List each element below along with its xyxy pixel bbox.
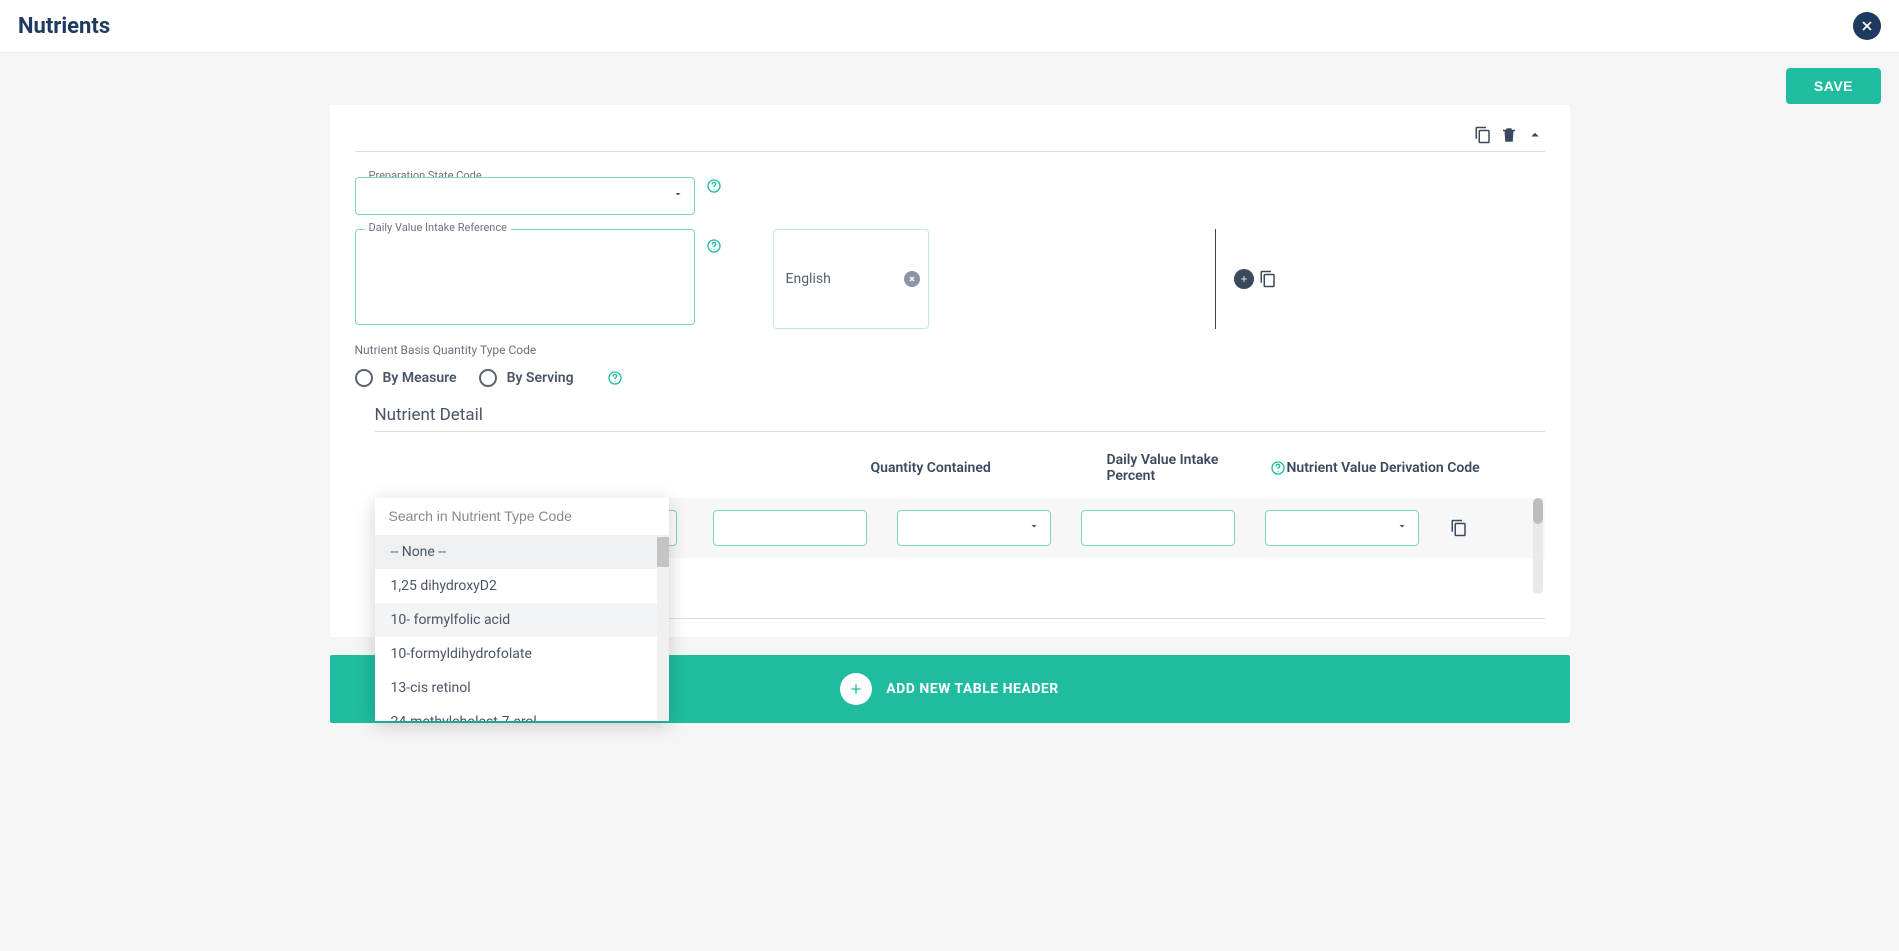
plus-circle-icon — [840, 673, 872, 705]
add-reference-button[interactable] — [1234, 269, 1254, 289]
basis-radio-group: By Measure By Serving — [355, 369, 1545, 387]
pct-input[interactable] — [1081, 510, 1235, 546]
col-spacer — [375, 452, 871, 484]
pct-help[interactable] — [1269, 459, 1286, 477]
copy-icon — [1474, 126, 1492, 144]
nutrient-type-dropdown: -- None -- 1,25 dihydroxyD2 10- formylfo… — [375, 498, 669, 721]
close-icon — [1860, 19, 1874, 33]
language-chip-clear[interactable] — [904, 271, 920, 287]
nutrient-detail-heading: Nutrient Detail — [375, 405, 1545, 425]
daily-ref-field-wrap: Daily Value Intake Reference — [355, 229, 695, 329]
dropdown-item[interactable]: 10-formyldihydrofolate — [375, 637, 669, 671]
help-icon — [706, 178, 722, 194]
chevron-up-icon — [1526, 126, 1544, 144]
help-icon — [1270, 460, 1286, 476]
prep-state-help[interactable] — [705, 177, 723, 195]
col-qty: Quantity Contained — [871, 452, 1107, 484]
copy-reference-button[interactable] — [1258, 269, 1278, 289]
nutrient-detail-section: Quantity Contained Daily Value Intake Pe… — [375, 431, 1545, 619]
language-chip[interactable]: English — [773, 229, 929, 329]
copy-button[interactable] — [1473, 125, 1493, 145]
detail-grid-header: Quantity Contained Daily Value Intake Pe… — [375, 446, 1545, 498]
save-button[interactable]: SAVE — [1786, 68, 1881, 104]
dropdown-scrollbar[interactable] — [657, 535, 669, 721]
page-title: Nutrients — [18, 14, 110, 39]
dialog-header: Nutrients — [0, 0, 1899, 53]
qty-unit-select[interactable] — [897, 510, 1051, 546]
qty-value-input[interactable] — [713, 510, 867, 546]
dropdown-search-input[interactable] — [389, 508, 655, 524]
dropdown-list: -- None -- 1,25 dihydroxyD2 10- formylfo… — [375, 535, 669, 721]
basis-help[interactable] — [606, 369, 624, 387]
plus-icon — [1239, 274, 1249, 284]
dropdown-item[interactable]: 1,25 dihydroxyD2 — [375, 569, 669, 603]
copy-icon — [1450, 519, 1468, 537]
daily-ref-input[interactable] — [355, 229, 695, 325]
radio-by-serving[interactable] — [479, 369, 497, 387]
dropdown-item[interactable]: 24-methylcholest-7-erol — [375, 705, 669, 721]
ref-side-actions — [1234, 269, 1278, 289]
chevron-down-icon — [1028, 520, 1040, 536]
help-icon — [706, 238, 722, 254]
dropdown-item-none[interactable]: -- None -- — [375, 535, 669, 569]
trash-icon — [1500, 126, 1518, 144]
dropdown-search-wrap — [375, 498, 669, 535]
daily-ref-help[interactable] — [705, 237, 723, 255]
action-bar: SAVE — [0, 53, 1899, 103]
col-pct-label: Daily Value Intake Percent — [1107, 452, 1264, 484]
prep-state-select[interactable] — [355, 177, 695, 215]
radio-by-serving-label[interactable]: By Serving — [507, 370, 574, 386]
form-card: Preparation State Code Daily Value Intak… — [330, 105, 1570, 637]
help-icon — [607, 370, 623, 386]
radio-by-measure[interactable] — [355, 369, 373, 387]
copy-icon — [1259, 270, 1277, 288]
add-table-header-label: ADD NEW TABLE HEADER — [886, 681, 1059, 697]
card-toolbar — [355, 125, 1545, 152]
close-icon — [908, 275, 916, 283]
copy-row-button[interactable] — [1449, 518, 1469, 538]
daily-ref-label: Daily Value Intake Reference — [365, 221, 511, 234]
dropdown-item[interactable]: 13-cis retinol — [375, 671, 669, 705]
close-button[interactable] — [1853, 12, 1881, 40]
prep-state-field-wrap: Preparation State Code — [355, 177, 695, 215]
chevron-down-icon — [1396, 520, 1408, 536]
chevron-down-icon — [672, 188, 684, 204]
collapse-button[interactable] — [1525, 125, 1545, 145]
col-deriv: Nutrient Value Derivation Code — [1287, 452, 1497, 484]
vertical-divider — [1215, 229, 1216, 329]
basis-label: Nutrient Basis Quantity Type Code — [355, 343, 1545, 357]
delete-button[interactable] — [1499, 125, 1519, 145]
derivation-select[interactable] — [1265, 510, 1419, 546]
language-chip-label: English — [786, 271, 831, 287]
detail-scrollbar[interactable] — [1533, 498, 1543, 594]
col-pct: Daily Value Intake Percent — [1107, 452, 1287, 484]
dropdown-item[interactable]: 10- formylfolic acid — [375, 603, 669, 637]
radio-by-measure-label[interactable]: By Measure — [383, 370, 457, 386]
plus-icon — [848, 681, 864, 697]
detail-grid-row: -- None -- 1,25 dihydroxyD2 10- formylfo… — [375, 498, 1545, 558]
